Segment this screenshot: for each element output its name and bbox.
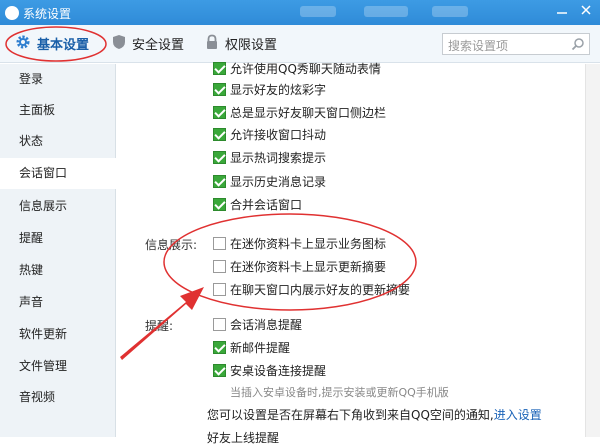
option-label: 在迷你资料卡上显示业务图标 [230, 237, 387, 251]
option-label: 新邮件提醒 [230, 341, 291, 355]
blurred-region [432, 6, 468, 17]
option-label: 允许接收窗口抖动 [230, 128, 327, 142]
option-label: 会话消息提醒 [230, 318, 303, 332]
tab-label: 权限设置 [225, 38, 278, 53]
option-label: 显示好友的炫彩字 [230, 83, 327, 97]
sidebar-item-login[interactable]: 登录 [0, 64, 116, 95]
settings-sidebar: 登录 主面板 状态 会话窗口 信息展示 提醒 热键 声音 软件更新 文件管理 音… [0, 64, 117, 437]
sidebar-item-sound[interactable]: 声音 [0, 287, 116, 318]
sidebar-item-hotkeys[interactable]: 热键 [0, 255, 116, 286]
sidebar-item-audio-video[interactable]: 音视频 [0, 382, 116, 413]
checkbox[interactable] [213, 364, 226, 377]
lock-icon [205, 34, 219, 57]
sidebar-item-info-display[interactable]: 信息展示 [0, 191, 116, 222]
sidebar-item-reminders[interactable]: 提醒 [0, 223, 116, 254]
option-label: 安桌设备连接提醒 [230, 364, 327, 378]
search-placeholder: 搜索设置项 [448, 39, 509, 53]
search-icon[interactable] [571, 37, 585, 54]
blurred-region [364, 6, 408, 17]
checkbox[interactable] [213, 260, 226, 273]
info-display-section-label: 信息展示: [145, 238, 198, 252]
checkbox[interactable] [213, 62, 226, 75]
window-title: 系统设置 [23, 7, 72, 21]
close-button[interactable] [576, 3, 596, 21]
tab-permission-settings[interactable]: 权限设置 [205, 34, 277, 54]
friend-online-remind-heading: 好友上线提醒 [207, 431, 280, 445]
search-input[interactable]: 搜索设置项 [442, 33, 590, 55]
minimize-button[interactable] [552, 3, 572, 21]
option-label: 显示历史消息记录 [230, 175, 327, 189]
tab-basic-settings[interactable]: 基本设置 [15, 34, 89, 54]
checkbox[interactable] [213, 318, 226, 331]
sidebar-item-file-management[interactable]: 文件管理 [0, 351, 116, 382]
option-label: 显示热词搜索提示 [230, 151, 327, 165]
android-hint-text: 当插入安卓设备时,提示安装或更新QQ手机版 [230, 386, 449, 399]
option-label: 合并会话窗口 [230, 198, 303, 212]
checkbox[interactable] [213, 237, 226, 250]
remind-section-label: 提醒: [145, 319, 174, 333]
sidebar-item-main-panel[interactable]: 主面板 [0, 95, 116, 126]
option-label: 总是显示好友聊天窗口侧边栏 [230, 106, 387, 120]
checkbox[interactable] [213, 283, 226, 296]
checkbox[interactable] [213, 341, 226, 354]
enter-settings-link[interactable]: 进入设置 [494, 408, 542, 422]
checkbox[interactable] [213, 198, 226, 211]
qzone-notice: 您可以设置是否在屏幕右下角收到来自QQ空间的通知,进入设置 [207, 406, 542, 423]
option-label: 在迷你资料卡上显示更新摘要 [230, 260, 387, 274]
title-bar: 系统设置 [0, 0, 600, 25]
qzone-notice-text: 您可以设置是否在屏幕右下角收到来自QQ空间的通知, [207, 408, 494, 422]
qq-app-icon [5, 6, 19, 20]
checkbox[interactable] [213, 175, 226, 188]
settings-content: 允许使用QQ秀聊天随动表情 显示好友的炫彩字 总是显示好友聊天窗口侧边栏 允许接… [117, 62, 585, 445]
sidebar-item-status[interactable]: 状态 [0, 126, 116, 157]
checkbox[interactable] [213, 128, 226, 141]
vertical-scrollbar[interactable] [585, 64, 600, 437]
checkbox[interactable] [213, 106, 226, 119]
gear-icon [15, 34, 31, 57]
option-label: 在聊天窗口内展示好友的更新摘要 [230, 283, 411, 297]
sidebar-item-session-window[interactable]: 会话窗口 [0, 158, 117, 189]
option-label: 允许使用QQ秀聊天随动表情 [230, 62, 381, 76]
sidebar-item-software-update[interactable]: 软件更新 [0, 319, 116, 350]
blurred-region [300, 6, 336, 17]
checkbox[interactable] [213, 83, 226, 96]
checkbox[interactable] [213, 151, 226, 164]
tab-label: 安全设置 [132, 38, 185, 53]
shield-icon [112, 34, 126, 57]
tab-label: 基本设置 [37, 38, 90, 53]
tab-security-settings[interactable]: 安全设置 [112, 34, 184, 54]
settings-tab-bar: 基本设置 安全设置 权限设置 搜索设置项 [0, 25, 600, 63]
